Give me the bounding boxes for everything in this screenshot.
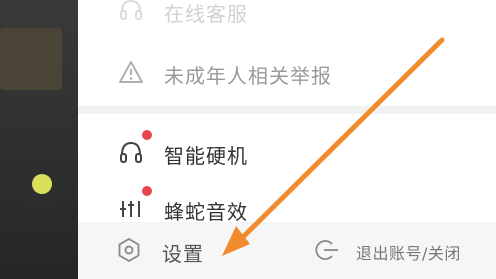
drawer-footer: 设置 退出账号/关闭: [78, 222, 496, 279]
menu-item-label: 蜂蛇音效: [164, 200, 248, 224]
side-drawer: 在线客服 未成年人相关举报 智能硬机 蜂蛇音效 设置 退出账号/关闭: [78, 0, 496, 279]
background-play-button: [18, 160, 66, 208]
logout-button[interactable]: 退出账号/关闭: [308, 228, 496, 272]
menu-item-customer-service[interactable]: 在线客服: [78, 0, 496, 32]
background-app: [0, 0, 78, 279]
warning-icon: [116, 57, 146, 87]
equalizer-icon: [116, 193, 146, 223]
menu-item-label: 在线客服: [164, 2, 248, 26]
menu-item-label: 智能硬机: [164, 144, 248, 168]
section-divider: [78, 106, 496, 114]
background-thumbnail: [0, 28, 62, 90]
menu-item-smart-device[interactable]: 智能硬机: [78, 130, 496, 174]
headset-icon: [116, 0, 146, 25]
menu-item-label: 未成年人相关举报: [164, 64, 332, 88]
settings-label: 设置: [162, 242, 204, 266]
headphones-icon: [116, 137, 146, 167]
notification-badge: [142, 130, 152, 140]
notification-badge: [142, 186, 152, 196]
menu-item-minor-report[interactable]: 未成年人相关举报: [78, 50, 496, 94]
logout-label: 退出账号/关闭: [356, 244, 461, 263]
settings-hexagon-icon: [114, 235, 144, 265]
settings-button[interactable]: 设置: [106, 228, 256, 272]
logout-icon: [312, 235, 342, 265]
